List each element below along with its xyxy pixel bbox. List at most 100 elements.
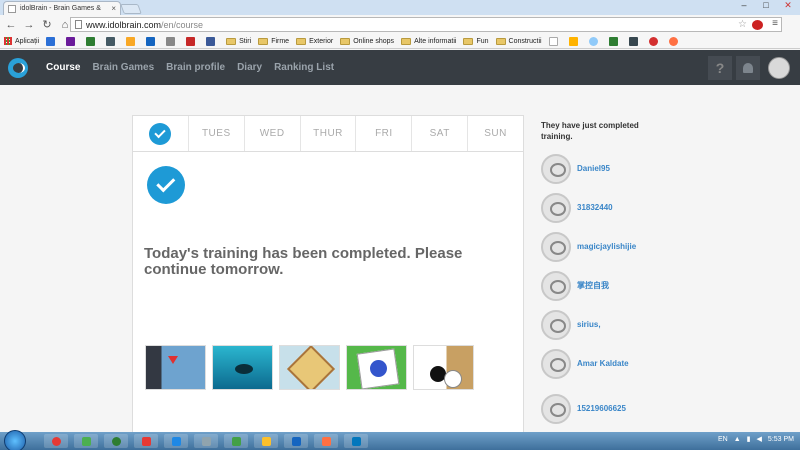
browser-tab[interactable]: idolBrain - Brain Games & ×: [3, 1, 121, 15]
bookmark-favicon-icon: [608, 36, 618, 46]
game-thumbnail[interactable]: [145, 345, 206, 390]
menu-icon[interactable]: ≡: [772, 18, 778, 29]
bookmark-folder-stiri[interactable]: Stiri: [226, 37, 251, 45]
volume-icon[interactable]: ◀: [757, 435, 762, 443]
day-tuesday[interactable]: TUES: [189, 116, 245, 151]
bookmark-folder-alte-informatii[interactable]: Alte informatii: [401, 37, 456, 45]
taskbar-app-icon[interactable]: [224, 434, 248, 448]
completer-item[interactable]: 31832440: [541, 193, 643, 223]
completer-name[interactable]: sirius,: [577, 320, 643, 330]
taskbar-app-icon[interactable]: [314, 434, 338, 448]
completer-name[interactable]: Daniel95: [577, 164, 643, 174]
bookmark-item[interactable]: [568, 36, 582, 46]
bookmark-item[interactable]: [126, 36, 139, 46]
completer-item[interactable]: sirius,: [541, 310, 643, 340]
bookmark-folder-firme[interactable]: Firme: [258, 37, 289, 45]
bookmark-item[interactable]: [66, 36, 79, 46]
game-thumbnail[interactable]: [212, 345, 273, 390]
new-tab-button[interactable]: [120, 4, 142, 14]
bookmark-item[interactable]: [668, 36, 682, 46]
taskbar-app-icon[interactable]: [254, 434, 278, 448]
bookmark-item[interactable]: [608, 36, 622, 46]
nav-brain-games[interactable]: Brain Games: [92, 62, 154, 73]
bookmark-favicon-icon: [648, 36, 658, 46]
bookmark-item[interactable]: [146, 36, 159, 46]
bookmark-favicon-icon: [146, 36, 156, 46]
bookmark-folder-fun[interactable]: Fun: [463, 37, 489, 45]
tray-arrow-icon[interactable]: ▲: [734, 436, 741, 443]
day-sunday[interactable]: SUN: [468, 116, 523, 151]
nav-ranking-list[interactable]: Ranking List: [274, 62, 334, 73]
taskbar-app-icon[interactable]: [344, 434, 368, 448]
adblock-icon[interactable]: [752, 20, 763, 30]
completer-name[interactable]: magicjaylishijie: [577, 242, 643, 252]
nav-brain-profile[interactable]: Brain profile: [166, 62, 225, 73]
bookmark-item[interactable]: [548, 36, 562, 46]
bookmark-item[interactable]: [648, 36, 662, 46]
taskbar-app-icon[interactable]: [104, 434, 128, 448]
day-saturday[interactable]: SAT: [412, 116, 469, 151]
chrome-icon[interactable]: [44, 434, 68, 448]
reload-icon[interactable]: ↻: [40, 18, 54, 31]
nav-diary[interactable]: Diary: [237, 62, 262, 73]
bookmark-item[interactable]: [186, 36, 199, 46]
bookmark-item[interactable]: [206, 36, 219, 46]
bookmark-item[interactable]: [588, 36, 602, 46]
day-thursday[interactable]: THUR: [301, 116, 357, 151]
tab-title: idolBrain - Brain Games &: [20, 5, 101, 12]
user-avatar[interactable]: [768, 56, 790, 79]
game-thumbnail[interactable]: [279, 345, 340, 390]
taskbar-app-icon[interactable]: [164, 434, 188, 448]
bookmark-favicon-icon: [166, 36, 176, 46]
completer-item[interactable]: Amar Kaldate: [541, 349, 643, 379]
folder-icon: [226, 37, 237, 45]
bookmark-item[interactable]: [628, 36, 642, 46]
bookmark-folder-exterior[interactable]: Exterior: [296, 37, 333, 45]
game-thumbnail[interactable]: [346, 345, 407, 390]
network-icon[interactable]: ▮: [747, 435, 751, 443]
completer-item[interactable]: 15219606625: [541, 394, 643, 424]
completer-item[interactable]: Daniel95: [541, 154, 643, 184]
taskbar-app-icon[interactable]: [284, 434, 308, 448]
tab-close-icon[interactable]: ×: [111, 4, 116, 13]
start-button[interactable]: [4, 430, 26, 450]
forward-icon[interactable]: →: [22, 19, 36, 31]
bookmark-folder-constructii[interactable]: Constructii: [495, 37, 542, 45]
completer-name[interactable]: 掌控自我: [577, 281, 643, 291]
bookmark-apps[interactable]: Aplicații: [4, 37, 39, 45]
day-monday[interactable]: [133, 116, 189, 151]
day-friday[interactable]: FRI: [356, 116, 413, 151]
language-indicator[interactable]: EN: [718, 436, 728, 443]
taskbar-app-icon[interactable]: [194, 434, 218, 448]
nav-course[interactable]: Course: [46, 62, 80, 73]
completer-name[interactable]: 15219606625: [577, 404, 643, 414]
completed-check-icon: [149, 122, 172, 145]
tab-strip: idolBrain - Brain Games & × – □ ✕: [0, 0, 800, 15]
bookmark-item[interactable]: [86, 36, 99, 46]
bookmark-item[interactable]: [106, 36, 119, 46]
back-icon[interactable]: ←: [4, 19, 18, 31]
completer-name[interactable]: Amar Kaldate: [577, 359, 643, 369]
clock[interactable]: 5:53 PM: [768, 436, 794, 443]
address-bar[interactable]: www.idolbrain.com /en/course ☆ ≡: [70, 17, 782, 32]
folder-icon: [463, 37, 474, 45]
bookmark-item[interactable]: [166, 36, 179, 46]
close-window-icon[interactable]: ✕: [780, 0, 796, 11]
maximize-icon[interactable]: □: [758, 0, 774, 11]
completer-item[interactable]: magicjaylishijie: [541, 232, 643, 262]
taskbar-app-icon[interactable]: [74, 434, 98, 448]
idolbrain-logo[interactable]: [8, 58, 28, 78]
help-button[interactable]: ?: [708, 55, 732, 80]
folder-icon: [495, 37, 506, 45]
bookmark-item[interactable]: [46, 36, 59, 46]
minimize-icon[interactable]: –: [736, 0, 752, 11]
folder-icon: [296, 37, 307, 45]
bookmark-star-icon[interactable]: ☆: [738, 19, 747, 30]
day-wednesday[interactable]: WED: [245, 116, 301, 151]
completer-name[interactable]: 31832440: [577, 203, 643, 213]
bookmark-folder-online-shops[interactable]: Online shops: [340, 37, 394, 45]
notifications-button[interactable]: [736, 55, 760, 80]
taskbar-app-icon[interactable]: [134, 434, 158, 448]
game-thumbnail[interactable]: [413, 345, 474, 390]
completer-item[interactable]: 掌控自我: [541, 271, 643, 301]
